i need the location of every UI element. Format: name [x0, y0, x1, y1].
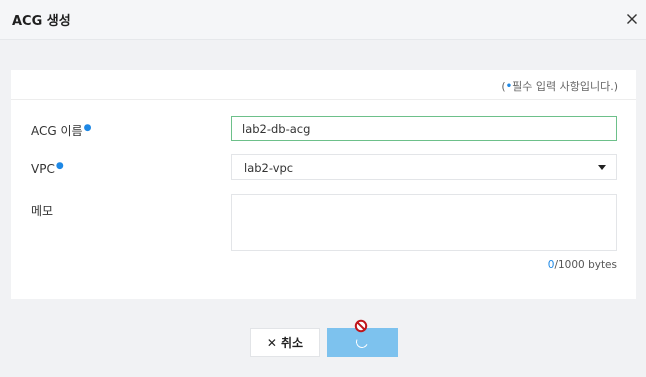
form-card: (•필수 입력 사항입니다.) ACG 이름● VPC● lab2-vpc 메모… — [11, 70, 636, 299]
dialog-title: ACG 생성 — [12, 14, 71, 29]
vpc-label: VPC● — [31, 161, 64, 176]
byte-count-max: /1000 bytes — [554, 259, 617, 271]
cancel-button-label: 취소 — [280, 336, 304, 350]
vpc-select[interactable]: lab2-vpc — [231, 154, 617, 180]
required-dot-icon: ● — [83, 123, 92, 133]
byte-counter: 0/1000 bytes — [548, 259, 617, 271]
close-button[interactable] — [623, 10, 641, 28]
acg-name-label: ACG 이름● — [31, 123, 92, 138]
required-note: (•필수 입력 사항입니다.) — [501, 80, 618, 93]
loading-spinner-icon — [354, 334, 370, 350]
x-icon: ✕ — [266, 335, 277, 350]
required-dot-icon: ● — [55, 161, 64, 171]
not-allowed-cursor-icon — [354, 319, 368, 333]
required-dot-icon: • — [505, 81, 513, 92]
dialog-header: ACG 생성 — [0, 0, 646, 40]
divider — [11, 99, 636, 100]
acg-name-input[interactable] — [231, 116, 617, 141]
cancel-button[interactable]: ✕ 취소 — [250, 328, 320, 357]
memo-textarea[interactable] — [231, 194, 617, 251]
memo-label: 메모 — [31, 204, 54, 218]
close-icon — [627, 14, 637, 24]
caret-down-icon — [598, 165, 606, 170]
vpc-select-value: lab2-vpc — [244, 161, 294, 175]
